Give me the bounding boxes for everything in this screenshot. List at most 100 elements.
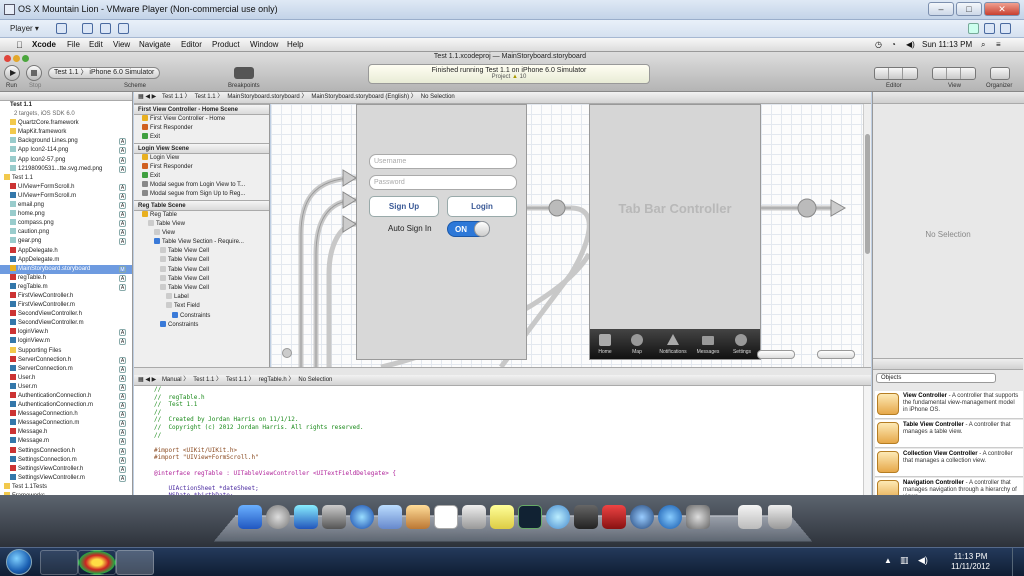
show-hidden-icons[interactable]: ▲: [884, 556, 892, 565]
file-item[interactable]: QuartzCore.framework: [0, 119, 132, 128]
apple-menu-icon[interactable]: : [16, 40, 23, 50]
jump-bar-item[interactable]: No Selection: [421, 94, 455, 100]
organizer-button[interactable]: [990, 67, 1010, 80]
jump-bar-item[interactable]: Manual: [162, 377, 182, 383]
file-item[interactable]: ServerConnection.m A: [0, 364, 132, 374]
file-item[interactable]: FirstViewController.h: [0, 291, 132, 301]
spotlight-search-icon[interactable]: ⌕: [981, 40, 985, 50]
itunes-icon[interactable]: [630, 505, 654, 529]
code-line[interactable]: // Test 1.1: [134, 401, 863, 409]
menu-help[interactable]: Help: [287, 40, 303, 49]
fullscreen-icon[interactable]: [100, 23, 111, 34]
library-object-item[interactable]: Collection View Controller - A controlle…: [875, 449, 1023, 477]
code-line[interactable]: #import <UIKit/UIKit.h>: [134, 447, 863, 455]
file-item[interactable]: SettingsConnection.m A: [0, 455, 132, 465]
back-arrow-icon[interactable]: ◀: [145, 377, 150, 383]
outline-item[interactable]: Table View Cell: [134, 265, 269, 275]
sign-up-button[interactable]: Sign Up: [369, 196, 439, 217]
contacts-icon[interactable]: [406, 505, 430, 529]
file-item[interactable]: ServerConnection.h A: [0, 355, 132, 365]
related-items-icon[interactable]: ▦: [134, 377, 144, 383]
outline-item[interactable]: Table View Cell: [134, 247, 269, 256]
jump-bar-item[interactable]: regTable.h: [259, 377, 287, 383]
outline-item[interactable]: Table View Section - Require...: [134, 238, 269, 247]
explorer-taskbar-icon[interactable]: [40, 550, 78, 575]
outline-item[interactable]: Modal segue from Sign Up to Reg...: [134, 190, 269, 199]
outline-item[interactable]: First View Controller - Home: [134, 115, 269, 124]
inspector-selector-bar[interactable]: [873, 92, 1024, 104]
file-item[interactable]: AuthenticationConnection.m A: [0, 401, 132, 410]
file-item[interactable]: home.png A: [0, 210, 132, 219]
forward-arrow-icon[interactable]: ▶: [152, 377, 157, 383]
related-items-icon[interactable]: ▦: [134, 94, 144, 100]
menu-window[interactable]: Window: [250, 40, 278, 49]
safari-icon[interactable]: [350, 505, 374, 529]
outline-item[interactable]: Table View Cell: [134, 256, 269, 265]
canvas-horizontal-scrollbar[interactable]: [134, 367, 871, 375]
finder-icon[interactable]: [238, 505, 262, 529]
view-toggle-segmented[interactable]: [932, 67, 976, 80]
code-line[interactable]: //: [134, 386, 863, 394]
code-line[interactable]: UIActionSheet *dateSheet;: [134, 485, 863, 493]
file-item[interactable]: AppDelegate.h: [0, 246, 132, 256]
jump-bar-item[interactable]: Test 1.1: [195, 94, 216, 100]
code-line[interactable]: [134, 477, 863, 485]
file-item[interactable]: AppDelegate.m: [0, 255, 132, 265]
player-menu[interactable]: Player ▾: [10, 24, 39, 33]
wifi-icon[interactable]: ◔: [891, 40, 896, 49]
segue-icon[interactable]: [548, 199, 566, 217]
jump-bar-item[interactable]: Test 1.1: [162, 94, 183, 100]
editor-scrollbar[interactable]: [863, 386, 871, 495]
jump-bar-item[interactable]: Test 1.1: [226, 377, 247, 383]
time-machine-icon[interactable]: ◷: [875, 40, 882, 49]
file-item[interactable]: SecondViewController.h: [0, 310, 132, 319]
relationship-segue-icon[interactable]: [797, 198, 817, 218]
editor-mode-segmented[interactable]: [874, 67, 918, 80]
volume-icon[interactable]: ◀): [906, 40, 915, 49]
code-line[interactable]: [134, 439, 863, 447]
file-item[interactable]: AuthenticationConnection.h A: [0, 392, 132, 401]
minimize-button[interactable]: –: [928, 2, 954, 16]
file-item[interactable]: Test 1.1: [0, 173, 132, 183]
file-item[interactable]: Background Lines.png A: [0, 137, 132, 146]
photo-booth-icon[interactable]: [602, 505, 626, 529]
notes-icon[interactable]: [490, 505, 514, 529]
scheme-selector[interactable]: Test 1.1 〉 iPhone 6.0 Simulator: [48, 67, 160, 79]
outline-item[interactable]: View: [134, 228, 269, 238]
outline-item[interactable]: Label: [134, 293, 269, 302]
file-item[interactable]: MainStoryboard.storyboard M: [0, 264, 132, 274]
close-button[interactable]: ✕: [984, 2, 1020, 16]
messages-icon[interactable]: [546, 505, 570, 529]
project-root[interactable]: Test 1.1: [0, 101, 132, 110]
system-preferences-icon[interactable]: [686, 505, 710, 529]
stop-button[interactable]: [26, 65, 42, 81]
outline-item[interactable]: Exit: [134, 171, 269, 181]
outline-toggle-button[interactable]: [282, 348, 292, 358]
code-line[interactable]: // regTable.h: [134, 394, 863, 402]
jump-bar-item[interactable]: No Selection: [298, 377, 332, 383]
start-button[interactable]: [6, 549, 32, 575]
file-item[interactable]: Supporting Files: [0, 346, 132, 356]
menu-app-xcode[interactable]: Xcode: [32, 40, 56, 49]
jump-bar-item[interactable]: Test 1.1: [193, 377, 214, 383]
file-item[interactable]: User.m A: [0, 382, 132, 392]
code-line[interactable]: @interface regTable : UITableViewControl…: [134, 470, 863, 478]
breakpoints-button[interactable]: [234, 67, 254, 79]
source-editor[interactable]: //// regTable.h// Test 1.1//// Created b…: [134, 386, 863, 495]
outline-item[interactable]: Reg Table: [134, 210, 269, 220]
library-object-item[interactable]: Table View Controller - A controller tha…: [875, 420, 1023, 448]
code-line[interactable]: //: [134, 432, 863, 440]
maximize-button[interactable]: □: [956, 2, 982, 16]
login-view-controller[interactable]: Username Password Sign Up Login Auto Sig…: [356, 104, 527, 360]
library-selector-bar[interactable]: [873, 358, 1023, 370]
file-item[interactable]: email.png A: [0, 201, 132, 210]
outline-item[interactable]: Exit: [134, 133, 269, 142]
file-item[interactable]: MessageConnection.m A: [0, 419, 132, 428]
file-item[interactable]: MessageConnection.h A: [0, 410, 132, 419]
canvas-scrollbar[interactable]: [863, 104, 871, 367]
tab-settings[interactable]: Settings: [727, 349, 757, 355]
notification-center-icon[interactable]: ≡: [996, 40, 1001, 49]
outline-item[interactable]: Constraints: [134, 320, 269, 330]
file-item[interactable]: App Icon2-114.png A: [0, 146, 132, 155]
jump-bar-item[interactable]: MainStoryboard.storyboard: [227, 94, 299, 100]
